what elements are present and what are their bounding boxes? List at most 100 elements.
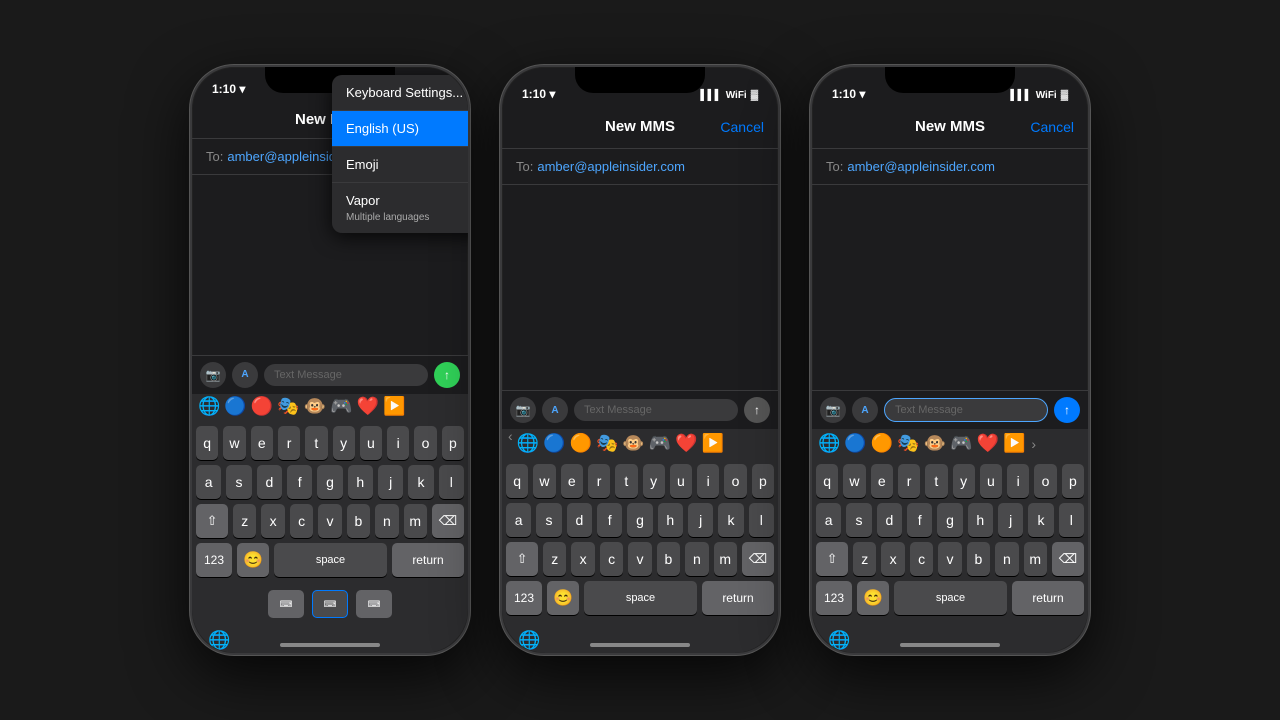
globe-icon-1[interactable]: 🌐 <box>208 630 230 651</box>
emoji-2-8[interactable]: ▶️ <box>702 433 724 454</box>
send-button-2[interactable]: ↑ <box>744 397 770 423</box>
apps-icon-3[interactable]: A <box>852 397 878 423</box>
emoji-2-2[interactable]: 🔵 <box>543 433 565 454</box>
key-emoji-1[interactable]: 😊 <box>237 543 269 577</box>
key-i-3[interactable]: i <box>1007 464 1029 498</box>
key-a-1[interactable]: a <box>196 465 221 499</box>
key-123-2[interactable]: 123 <box>506 581 542 615</box>
emoji-3-3[interactable]: 🟠 <box>871 433 893 454</box>
key-p-2[interactable]: p <box>752 464 774 498</box>
emoji-1-7[interactable]: ❤️ <box>357 396 379 417</box>
key-123-3[interactable]: 123 <box>816 581 852 615</box>
key-z-3[interactable]: z <box>853 542 876 576</box>
key-i-1[interactable]: i <box>387 426 409 460</box>
popup-emoji[interactable]: Emoji <box>332 147 468 183</box>
globe-icon-2[interactable]: 🌐 <box>518 630 540 651</box>
key-delete-3[interactable]: ⌫ <box>1052 542 1084 576</box>
key-y-2[interactable]: y <box>643 464 665 498</box>
key-t-3[interactable]: t <box>925 464 947 498</box>
message-input-1[interactable]: Text Message <box>264 364 428 386</box>
key-x-1[interactable]: x <box>261 504 284 538</box>
key-j-3[interactable]: j <box>998 503 1023 537</box>
emoji-1-1[interactable]: 🌐 <box>198 396 220 417</box>
key-space-3[interactable]: space <box>894 581 1007 615</box>
key-s-3[interactable]: s <box>846 503 871 537</box>
key-g-3[interactable]: g <box>937 503 962 537</box>
popup-english-us[interactable]: English (US) <box>332 111 468 147</box>
camera-icon-2[interactable]: 📷 <box>510 397 536 423</box>
key-b-3[interactable]: b <box>967 542 990 576</box>
apps-icon-1[interactable]: A <box>232 362 258 388</box>
key-e-2[interactable]: e <box>561 464 583 498</box>
key-y-3[interactable]: y <box>953 464 975 498</box>
key-k-1[interactable]: k <box>408 465 433 499</box>
key-c-2[interactable]: c <box>600 542 623 576</box>
emoji-1-3[interactable]: 🔴 <box>251 396 273 417</box>
emoji-1-4[interactable]: 🎭 <box>277 396 299 417</box>
key-m-1[interactable]: m <box>404 504 427 538</box>
key-c-1[interactable]: c <box>290 504 313 538</box>
key-r-2[interactable]: r <box>588 464 610 498</box>
key-d-3[interactable]: d <box>877 503 902 537</box>
key-return-2[interactable]: return <box>702 581 774 615</box>
key-o-1[interactable]: o <box>414 426 436 460</box>
key-g-1[interactable]: g <box>317 465 342 499</box>
key-v-1[interactable]: v <box>318 504 341 538</box>
key-f-3[interactable]: f <box>907 503 932 537</box>
key-return-3[interactable]: return <box>1012 581 1084 615</box>
send-button-1[interactable]: ↑ <box>434 362 460 388</box>
key-e-3[interactable]: e <box>871 464 893 498</box>
key-space-2[interactable]: space <box>584 581 697 615</box>
key-t-1[interactable]: t <box>305 426 327 460</box>
key-p-3[interactable]: p <box>1062 464 1084 498</box>
key-h-3[interactable]: h <box>968 503 993 537</box>
popup-vapor[interactable]: VaporMultiple languages <box>332 183 468 233</box>
key-123-1[interactable]: 123 <box>196 543 232 577</box>
key-j-2[interactable]: j <box>688 503 713 537</box>
key-h-2[interactable]: h <box>658 503 683 537</box>
key-u-3[interactable]: u <box>980 464 1002 498</box>
key-n-3[interactable]: n <box>995 542 1018 576</box>
emoji-1-6[interactable]: 🎮 <box>330 396 352 417</box>
key-l-2[interactable]: l <box>749 503 774 537</box>
key-b-1[interactable]: b <box>347 504 370 538</box>
camera-icon-3[interactable]: 📷 <box>820 397 846 423</box>
key-g-2[interactable]: g <box>627 503 652 537</box>
emoji-3-4[interactable]: 🎭 <box>897 433 919 454</box>
key-h-1[interactable]: h <box>348 465 373 499</box>
key-m-2[interactable]: m <box>714 542 737 576</box>
send-button-3[interactable]: ↑ <box>1054 397 1080 423</box>
key-e-1[interactable]: e <box>251 426 273 460</box>
emoji-3-7[interactable]: ❤️ <box>977 433 999 454</box>
key-u-2[interactable]: u <box>670 464 692 498</box>
key-shift-1[interactable]: ⇧ <box>196 504 228 538</box>
key-shift-3[interactable]: ⇧ <box>816 542 848 576</box>
key-delete-1[interactable]: ⌫ <box>432 504 464 538</box>
key-a-3[interactable]: a <box>816 503 841 537</box>
key-a-2[interactable]: a <box>506 503 531 537</box>
key-c-3[interactable]: c <box>910 542 933 576</box>
emoji-3-6[interactable]: 🎮 <box>950 433 972 454</box>
key-v-2[interactable]: v <box>628 542 651 576</box>
key-n-2[interactable]: n <box>685 542 708 576</box>
cancel-button-2[interactable]: Cancel <box>720 119 764 135</box>
emoji-2-5[interactable]: 🐵 <box>622 433 644 454</box>
key-q-3[interactable]: q <box>816 464 838 498</box>
scroll-left-2[interactable]: ‹ <box>508 429 513 444</box>
emoji-1-5[interactable]: 🐵 <box>304 396 326 417</box>
apps-icon-2[interactable]: A <box>542 397 568 423</box>
key-delete-2[interactable]: ⌫ <box>742 542 774 576</box>
emoji-3-2[interactable]: 🔵 <box>844 433 866 454</box>
key-r-1[interactable]: r <box>278 426 300 460</box>
key-v-3[interactable]: v <box>938 542 961 576</box>
key-emoji-2[interactable]: 😊 <box>547 581 579 615</box>
key-k-2[interactable]: k <box>718 503 743 537</box>
key-x-3[interactable]: x <box>881 542 904 576</box>
key-d-2[interactable]: d <box>567 503 592 537</box>
emoji-2-3[interactable]: 🟠 <box>570 433 592 454</box>
message-input-2[interactable]: Text Message <box>574 399 738 421</box>
key-s-2[interactable]: s <box>536 503 561 537</box>
key-space-1[interactable]: space <box>274 543 387 577</box>
key-d-1[interactable]: d <box>257 465 282 499</box>
key-n-1[interactable]: n <box>375 504 398 538</box>
